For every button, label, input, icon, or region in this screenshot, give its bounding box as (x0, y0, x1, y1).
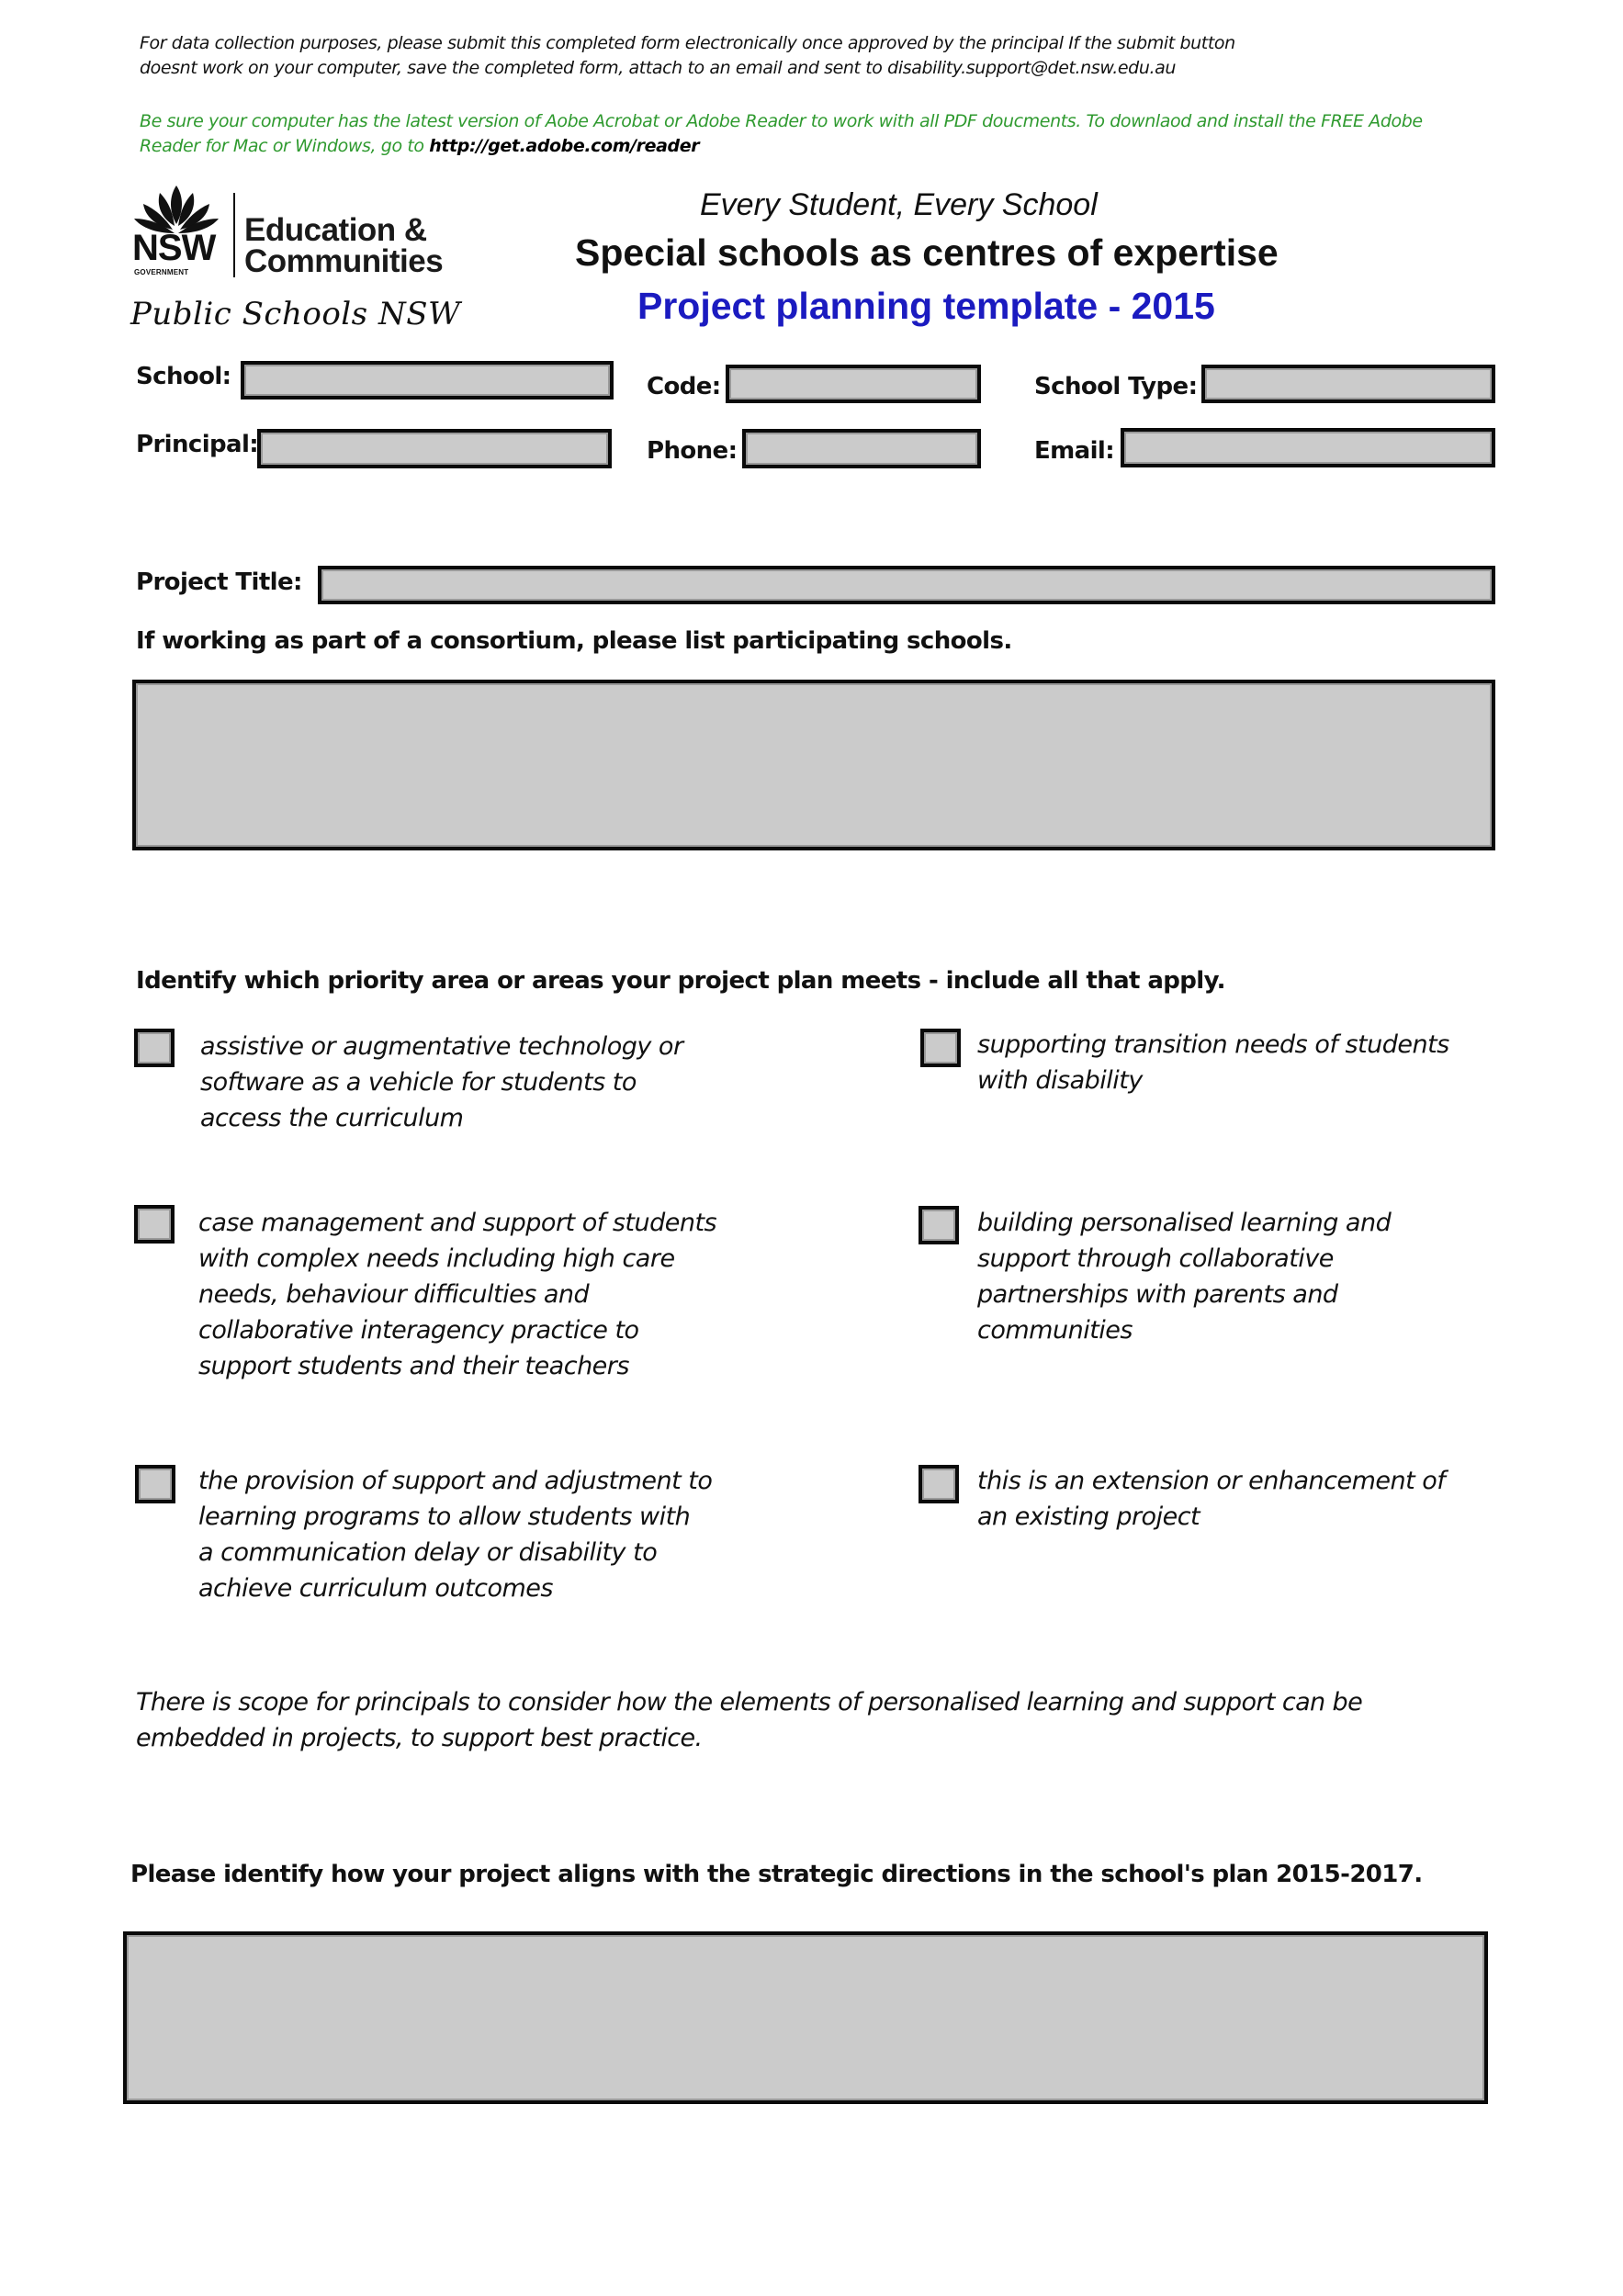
logo-divider (233, 193, 235, 277)
option-line: a communication delay or disability to (198, 1538, 658, 1567)
priority-checkbox-assistive-technology[interactable] (134, 1029, 175, 1067)
consortium-label: If working as part of a consortium, plea… (136, 627, 1012, 655)
school-type-field[interactable] (1201, 365, 1495, 403)
project-title-label: Project Title: (136, 568, 302, 596)
notice-line-2: doesnt work on your computer, save the c… (140, 58, 1177, 78)
consortium-schools-field[interactable] (132, 680, 1495, 850)
option-line: with disability (977, 1066, 1143, 1095)
option-line: supporting transition needs of students (977, 1030, 1449, 1059)
phone-field[interactable] (742, 429, 981, 468)
notice-line-1: For data collection purposes, please sub… (140, 33, 1235, 53)
option-line: building personalised learning and (977, 1209, 1392, 1237)
government-wordmark: GOVERNMENT (134, 268, 189, 276)
option-line: case management and support of students (198, 1209, 717, 1237)
option-line: software as a vehicle for students to (200, 1068, 637, 1097)
department-line-1: Education & (244, 212, 427, 248)
school-label: School: (136, 363, 231, 390)
priority-option-label: case management and support of students … (198, 1205, 717, 1384)
strategic-alignment-field[interactable] (123, 1931, 1488, 2104)
header-subtitle: Every Student, Every School (700, 187, 1098, 222)
option-line: support through collaborative (977, 1244, 1334, 1273)
option-line: support students and their teachers (198, 1352, 629, 1380)
email-label: Email: (1034, 437, 1115, 465)
nsw-logo: NSW GOVERNMENT Education & Communities P… (129, 184, 478, 340)
option-line: achieve curriculum outcomes (198, 1574, 553, 1603)
option-line: communities (977, 1316, 1133, 1345)
priority-option-label: the provision of support and adjustment … (198, 1463, 713, 1606)
email-field[interactable] (1121, 428, 1495, 467)
option-line: access the curriculum (200, 1104, 464, 1132)
code-label: Code: (647, 373, 721, 400)
scope-note-line-2: embedded in projects, to support best pr… (136, 1724, 703, 1752)
option-line: an existing project (977, 1503, 1200, 1531)
adobe-reader-link[interactable]: http://get.adobe.com/reader (429, 136, 699, 156)
green-notice-line-1: Be sure your computer has the latest ver… (140, 111, 1423, 131)
priority-checkbox-communication-support[interactable] (135, 1465, 175, 1503)
nsw-wordmark: NSW (132, 228, 216, 268)
option-line: partnerships with parents and (977, 1280, 1338, 1309)
school-field[interactable] (241, 361, 614, 400)
alignment-label: Please identify how your project aligns … (130, 1861, 1423, 1888)
priority-option-label: building personalised learning and suppo… (977, 1205, 1392, 1348)
priority-option-label: this is an extension or enhancement of a… (977, 1463, 1446, 1535)
option-line: collaborative interagency practice to (198, 1316, 639, 1345)
green-notice-line-2: Reader for Mac or Windows, go to http://… (140, 134, 1536, 159)
priority-option-label: supporting transition needs of students … (977, 1027, 1449, 1098)
phone-label: Phone: (647, 437, 738, 465)
option-line: the provision of support and adjustment … (198, 1467, 713, 1495)
option-line: needs, behaviour difficulties and (198, 1280, 590, 1309)
priority-heading: Identify which priority area or areas yo… (136, 967, 1225, 995)
green-notice-prefix: Reader for Mac or Windows, go to (140, 136, 430, 156)
priority-option-label: assistive or augmentative technology or … (200, 1029, 683, 1136)
priority-checkbox-extension-existing-project[interactable] (919, 1465, 959, 1503)
project-title-field[interactable] (318, 566, 1495, 604)
school-type-label: School Type: (1034, 373, 1198, 400)
principal-label: Principal: (136, 431, 259, 458)
option-line: learning programs to allow students with (198, 1503, 691, 1531)
option-line: assistive or augmentative technology or (200, 1032, 683, 1061)
option-line: this is an extension or enhancement of (977, 1467, 1446, 1495)
code-field[interactable] (726, 365, 981, 403)
option-line: with complex needs including high care (198, 1244, 675, 1273)
submission-notice: For data collection purposes, please sub… (140, 31, 1517, 81)
page-title: Special schools as centres of expertise (575, 231, 1279, 274)
public-schools-tagline: Public Schools NSW (130, 296, 461, 332)
scope-note: There is scope for principals to conside… (136, 1684, 1363, 1756)
adobe-reader-notice: Be sure your computer has the latest ver… (140, 109, 1536, 159)
scope-note-line-1: There is scope for principals to conside… (136, 1688, 1363, 1716)
principal-field[interactable] (257, 429, 612, 468)
department-line-2: Communities (244, 243, 444, 279)
priority-checkbox-case-management[interactable] (134, 1205, 175, 1244)
form-title: Project planning template - 2015 (637, 285, 1215, 327)
priority-checkbox-personalised-learning[interactable] (919, 1206, 959, 1244)
department-name: Education & Communities (244, 212, 444, 279)
priority-checkbox-transition-needs[interactable] (920, 1029, 961, 1067)
